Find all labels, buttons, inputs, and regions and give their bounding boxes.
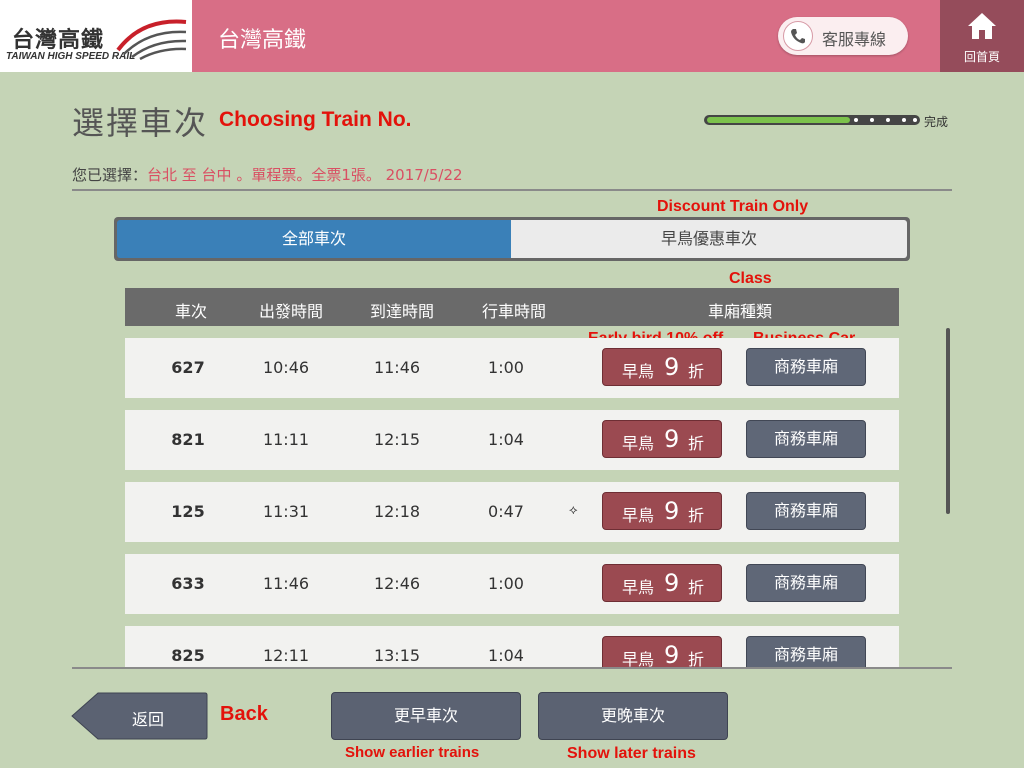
arrival-time: 12:15	[373, 430, 421, 449]
thsr-logo[interactable]: 台灣高鐵 TAIWAN HIGH SPEED RAIL	[0, 0, 192, 72]
train-row[interactable]: 627 10:46 11:46 1:00 早鳥 9 折 商務車廂	[125, 338, 899, 398]
business-car-button[interactable]: 商務車廂	[746, 420, 866, 458]
top-bar: 台灣高鐵 TAIWAN HIGH SPEED RAIL 台灣高鐵 客服專線 回首…	[0, 0, 1024, 72]
home-label: 回首頁	[963, 50, 1000, 64]
early-bird-word: 早鳥	[622, 362, 655, 381]
header-train-no: 車次	[174, 302, 207, 321]
header-class: 車廂種類	[707, 302, 772, 321]
train-list[interactable]: 627 10:46 11:46 1:00 早鳥 9 折 商務車廂 821 11:…	[125, 326, 899, 668]
tab-early-bird-trains[interactable]: 早鳥優惠車次	[511, 220, 907, 258]
arrival-time: 12:18	[373, 502, 421, 521]
train-number: 125	[171, 502, 205, 521]
divider	[72, 667, 952, 669]
early-bird-discount-number: 9	[664, 425, 680, 453]
travel-time: 0:47	[488, 502, 524, 521]
progress-bar	[704, 115, 920, 125]
early-bird-discount-number: 9	[664, 353, 680, 381]
annotation-back: Back	[220, 703, 268, 725]
train-row[interactable]: 821 11:11 12:15 1:04 早鳥 9 折 商務車廂	[125, 410, 899, 470]
home-icon	[968, 13, 996, 39]
progress-end-label: 完成	[924, 115, 949, 129]
early-bird-word: 早鳥	[622, 578, 655, 597]
early-bird-discount-button[interactable]: 早鳥 9 折	[602, 564, 722, 602]
header-departure: 出發時間	[258, 302, 323, 321]
annotation-discount-only: Discount Train Only	[657, 198, 809, 215]
business-car-button[interactable]: 商務車廂	[746, 564, 866, 602]
early-bird-discount-number: 9	[664, 641, 680, 668]
header-duration: 行車時間	[481, 302, 546, 321]
back-button[interactable]: 返回	[70, 692, 208, 740]
logo-text-zh: 台灣高鐵	[12, 28, 105, 53]
selection-value: 台北 至 台中 。單程票。全票1張。 2017/5/22	[147, 166, 463, 184]
early-bird-word: 早鳥	[622, 506, 655, 525]
customer-service-button[interactable]: 客服專線	[778, 17, 908, 55]
header-title: 台灣高鐵	[218, 28, 307, 53]
annotation-show-earlier: Show earlier trains	[345, 744, 480, 761]
train-number: 627	[171, 358, 205, 377]
train-mark-icon: ⟡	[569, 503, 578, 518]
progress-step-dot	[913, 118, 917, 122]
back-label: 返回	[132, 710, 165, 729]
business-car-button[interactable]: 商務車廂	[746, 348, 866, 386]
train-table-header: 車次 出發時間 到達時間 行車時間 車廂種類	[125, 288, 899, 326]
tab-all-trains[interactable]: 全部車次	[117, 220, 511, 258]
departure-time: 11:11	[262, 430, 310, 449]
list-scrollbar[interactable]	[946, 328, 950, 514]
early-bird-discount-unit: 折	[688, 650, 705, 668]
train-filter-tabs: 全部車次 早鳥優惠車次	[114, 217, 910, 261]
departure-time: 11:31	[262, 502, 310, 521]
arrival-time: 12:46	[373, 574, 421, 593]
selection-prefix: 您已選擇：	[72, 166, 148, 184]
travel-time: 1:00	[488, 358, 524, 377]
early-bird-discount-button[interactable]: 早鳥 9 折	[602, 348, 722, 386]
arrival-time: 13:15	[373, 646, 421, 665]
divider	[72, 189, 952, 191]
progress-step-dot	[854, 118, 858, 122]
travel-time: 1:04	[488, 646, 524, 665]
early-bird-word: 早鳥	[622, 434, 655, 453]
departure-time: 11:46	[262, 574, 310, 593]
train-number: 633	[171, 574, 205, 593]
business-car-button[interactable]: 商務車廂	[746, 636, 866, 668]
phone-icon	[783, 21, 813, 51]
progress-step-dot	[902, 118, 906, 122]
train-number: 821	[171, 430, 205, 449]
progress-fill	[707, 117, 850, 123]
early-bird-discount-number: 9	[664, 497, 680, 525]
early-bird-discount-unit: 折	[688, 434, 705, 453]
progress-step-dot	[870, 118, 874, 122]
annotation-title-en: Choosing Train No.	[219, 108, 412, 131]
early-bird-discount-number: 9	[664, 569, 680, 597]
logo-swoosh-icon	[116, 19, 187, 60]
progress-step-dot	[886, 118, 890, 122]
early-bird-discount-unit: 折	[688, 362, 705, 381]
travel-time: 1:04	[488, 430, 524, 449]
departure-time: 12:11	[262, 646, 310, 665]
early-bird-discount-button[interactable]: 早鳥 9 折	[602, 492, 722, 530]
early-bird-discount-button[interactable]: 早鳥 9 折	[602, 636, 722, 668]
page-title: 選擇車次	[72, 104, 209, 142]
home-button[interactable]: 回首頁	[940, 0, 1024, 72]
early-bird-discount-unit: 折	[688, 578, 705, 597]
early-bird-discount-button[interactable]: 早鳥 9 折	[602, 420, 722, 458]
customer-service-label: 客服專線	[822, 30, 887, 49]
travel-time: 1:00	[488, 574, 524, 593]
arrival-time: 11:46	[373, 358, 421, 377]
train-row[interactable]: 825 12:11 13:15 1:04 早鳥 9 折 商務車廂	[125, 626, 899, 668]
header-arrival: 到達時間	[369, 302, 434, 321]
train-row[interactable]: 125 11:31 12:18 0:47 ⟡ 早鳥 9 折 商務車廂	[125, 482, 899, 542]
train-number: 825	[171, 646, 205, 665]
annotation-class: Class	[729, 270, 772, 287]
early-bird-word: 早鳥	[622, 650, 655, 668]
annotation-show-later: Show later trains	[567, 745, 696, 762]
later-trains-button[interactable]: 更晚車次	[538, 692, 728, 740]
train-row[interactable]: 633 11:46 12:46 1:00 早鳥 9 折 商務車廂	[125, 554, 899, 614]
earlier-trains-button[interactable]: 更早車次	[331, 692, 521, 740]
selection-summary: 您已選擇：台北 至 台中 。單程票。全票1張。 2017/5/22	[72, 164, 463, 185]
departure-time: 10:46	[262, 358, 310, 377]
early-bird-discount-unit: 折	[688, 506, 705, 525]
business-car-button[interactable]: 商務車廂	[746, 492, 866, 530]
